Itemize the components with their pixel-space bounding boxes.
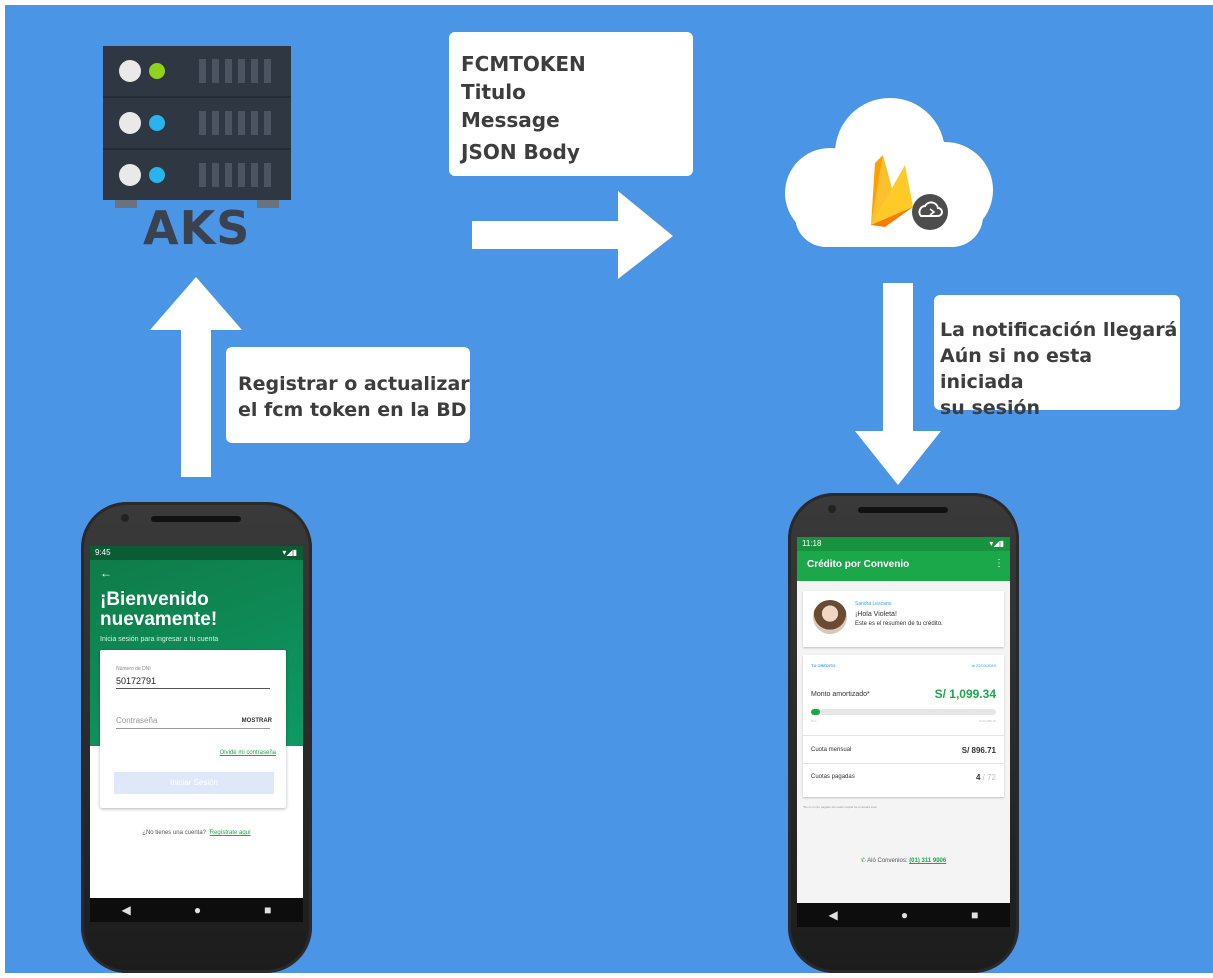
login-card: Número de DNI 50172791 Contraseña MOSTRA… xyxy=(100,650,286,808)
status-bar: 9:45 ▾◢▮ xyxy=(90,546,303,560)
forgot-password-link[interactable]: Olvidé mi contraseña xyxy=(220,750,276,756)
aks-label: AKS xyxy=(143,201,251,255)
recents-nav-icon[interactable]: ■ xyxy=(264,903,271,917)
dni-label: Número de DNI xyxy=(116,666,151,672)
login-phone: 9:45 ▾◢▮ ← ¡Bienvenido nuevamente! Inici… xyxy=(81,502,312,973)
credit-card: TU CRÉDITO al 22/03/2019 Monto amortizad… xyxy=(803,655,1004,797)
greeting-card: Sandra Lescano ¡Hola Violeta! Este es el… xyxy=(803,591,1004,647)
recents-nav-icon[interactable]: ■ xyxy=(971,908,978,922)
register-link[interactable]: Regístrate aquí xyxy=(210,830,251,836)
user-name: Sandra Lescano xyxy=(855,601,892,607)
register-box: Registrar o actualizar el fcm token en l… xyxy=(226,347,470,443)
back-nav-icon[interactable]: ◀ xyxy=(122,903,131,917)
monthly-value: S/ 896.71 xyxy=(961,746,996,755)
arrow-down xyxy=(855,283,941,485)
android-navbar: ◀ ● ■ xyxy=(797,903,1010,927)
dni-field[interactable]: 50172791 xyxy=(116,676,270,689)
credit-phone: 11:18 ▾◢▮ Crédito por Convenio ⋮ Sandra … xyxy=(788,493,1019,973)
progress-max: S/ 22,280.15 xyxy=(978,719,996,723)
progress-fill xyxy=(811,709,821,715)
paid-label: Cuotas pagadas xyxy=(811,774,855,780)
contact-line: ✆ Aló Convenios: (01) 311 9006 xyxy=(860,858,947,864)
register-line: Registrar o actualizar xyxy=(238,373,470,395)
status-bar: 11:18 ▾◢▮ xyxy=(797,537,1010,551)
payload-line: FCMTOKEN xyxy=(461,52,586,76)
app-title: Crédito por Convenio xyxy=(807,559,910,570)
footnote: *Es el monto pagado del saldo capital de… xyxy=(803,805,878,809)
progress-min: S/ 0 xyxy=(811,719,817,723)
amortized-label: Monto amortizado* xyxy=(811,691,870,698)
login-subtitle: Inicia sesión para ingresar a tu cuenta xyxy=(100,636,219,643)
signal-icon: ▾◢▮ xyxy=(989,539,1004,548)
credit-date: al 22/03/2019 xyxy=(971,663,996,668)
monthly-label: Cuota mensual xyxy=(811,747,852,753)
payload-line: JSON Body xyxy=(461,140,580,164)
notify-line: Aún si no esta iniciada xyxy=(940,345,1093,393)
greeting-text: ¡Hola Violeta! xyxy=(855,611,897,618)
phone-icon: ✆ xyxy=(860,858,866,864)
notify-box: La notificación llegará Aún si no esta i… xyxy=(934,295,1180,419)
contact-phone-link[interactable]: (01) 311 9006 xyxy=(909,858,946,864)
payload-line: Message xyxy=(461,108,560,132)
signal-icon: ▾◢▮ xyxy=(282,548,297,557)
show-password-button[interactable]: MOSTRAR xyxy=(242,718,272,724)
credit-screen: 11:18 ▾◢▮ Crédito por Convenio ⋮ Sandra … xyxy=(797,537,1010,927)
section-label: TU CRÉDITO xyxy=(811,663,836,668)
register-prompt: ¿No tienes una cuenta? Regístrate aquí xyxy=(142,830,251,836)
notify-line: La notificación llegará xyxy=(940,319,1178,341)
notify-line: su sesión xyxy=(940,397,1041,419)
status-time: 9:45 xyxy=(95,548,111,557)
home-nav-icon[interactable]: ● xyxy=(194,903,201,917)
back-icon[interactable]: ← xyxy=(100,566,112,580)
login-screen: 9:45 ▾◢▮ ← ¡Bienvenido nuevamente! Inici… xyxy=(90,546,303,922)
app-bar: Crédito por Convenio ⋮ xyxy=(797,551,1010,581)
payload-box: FCMTOKEN Titulo Message JSON Body xyxy=(449,32,693,176)
arrow-right xyxy=(472,191,673,279)
progress-track xyxy=(811,709,996,715)
aks-server xyxy=(103,46,291,212)
paid-value: 4 / 72 xyxy=(975,773,996,782)
firebase-cloud-icon xyxy=(785,98,993,247)
more-icon[interactable]: ⋮ xyxy=(994,558,1004,569)
back-nav-icon[interactable]: ◀ xyxy=(829,908,838,922)
login-button[interactable]: Iniciar Sesión xyxy=(114,772,274,794)
payload-line: Titulo xyxy=(461,80,526,104)
home-nav-icon[interactable]: ● xyxy=(901,908,908,922)
avatar xyxy=(813,600,847,634)
greeting-sub: Este es el resumen de tu crédito. xyxy=(855,621,943,627)
register-line: el fcm token en la BD xyxy=(238,399,467,421)
status-time: 11:18 xyxy=(802,539,822,548)
android-navbar: ◀ ● ■ xyxy=(90,898,303,922)
welcome-title: ¡Bienvenido nuevamente! xyxy=(100,589,218,630)
amortized-value: S/ 1,099.34 xyxy=(934,687,996,701)
diagram-canvas: AKS FCMTOKEN Titulo Message JSON Body Re… xyxy=(5,5,1213,973)
